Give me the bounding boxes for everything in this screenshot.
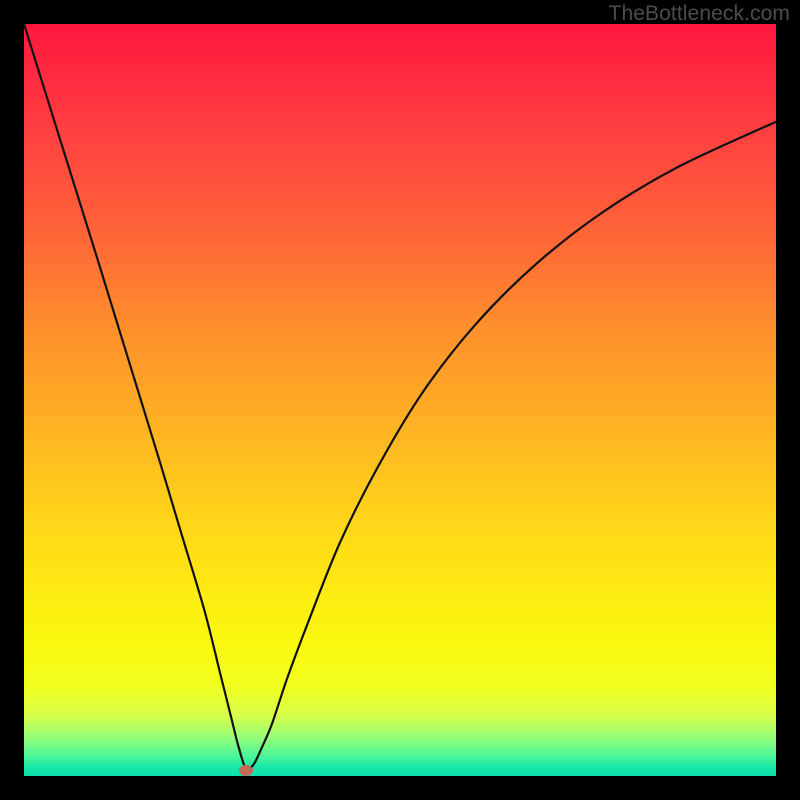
curve-path [24, 24, 776, 770]
plot-area [24, 24, 776, 776]
minimum-marker [239, 765, 253, 776]
curve-layer [24, 24, 776, 776]
watermark-text: TheBottleneck.com [609, 2, 790, 26]
chart-frame: TheBottleneck.com [0, 0, 800, 800]
bottleneck-curve [24, 24, 776, 776]
